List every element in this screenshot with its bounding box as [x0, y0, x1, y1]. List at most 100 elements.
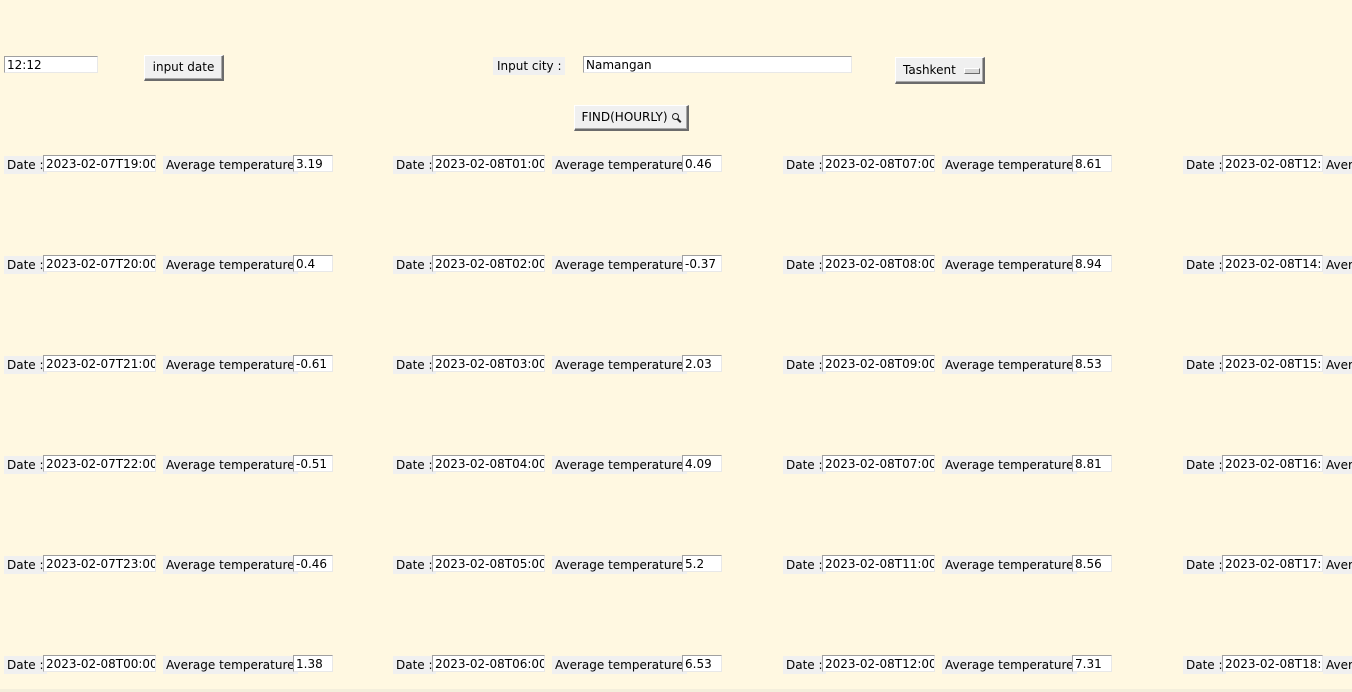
average-temperature-label: Average temperature [552, 556, 687, 574]
date-label: Date : [1183, 356, 1226, 374]
temperature-field[interactable]: 3.19 [293, 155, 333, 172]
average-temperature-label: Average temperature [552, 156, 687, 174]
date-label: Date : [783, 456, 826, 474]
date-field[interactable]: 2023-02-08T12:00:00Z [1222, 155, 1323, 172]
average-temperature-label: Average temperature [163, 256, 298, 274]
date-label: Date : [4, 556, 47, 574]
date-field[interactable]: 2023-02-08T15:00:00Z [1222, 355, 1323, 372]
date-label: Date : [1183, 156, 1226, 174]
date-field[interactable]: 2023-02-08T04:00:00Z [432, 455, 545, 472]
average-temperature-label: Aver [1323, 156, 1352, 174]
average-temperature-label: Aver [1323, 456, 1352, 474]
temperature-field[interactable]: 8.56 [1072, 555, 1112, 572]
temperature-field[interactable]: 6.53 [682, 655, 722, 672]
date-label: Date : [4, 256, 47, 274]
average-temperature-label: Average temperature [942, 356, 1077, 374]
date-field[interactable]: 2023-02-08T03:00:00Z [432, 355, 545, 372]
temperature-field[interactable]: 8.53 [1072, 355, 1112, 372]
temperature-field[interactable]: 4.09 [682, 455, 722, 472]
city-option-label: Tashkent [903, 63, 956, 77]
magnifier-icon [671, 113, 681, 122]
date-label: Date : [393, 356, 436, 374]
temperature-field[interactable]: -0.46 [293, 555, 333, 572]
input-date-button[interactable]: input date [144, 55, 224, 81]
average-temperature-label: Average temperature [163, 356, 298, 374]
temperature-field[interactable]: 8.81 [1072, 455, 1112, 472]
date-field[interactable]: 2023-02-08T05:00:00Z [432, 555, 545, 572]
time-input[interactable]: 12:12 [4, 56, 98, 73]
date-label: Date : [393, 456, 436, 474]
date-field[interactable]: 2023-02-07T23:00:00Z [43, 555, 156, 572]
date-field[interactable]: 2023-02-08T07:00:00Z [822, 455, 935, 472]
average-temperature-label: Average temperature [552, 456, 687, 474]
date-label: Date : [393, 256, 436, 274]
date-field[interactable]: 2023-02-08T02:00:00Z [432, 255, 545, 272]
date-label: Date : [4, 356, 47, 374]
date-field[interactable]: 2023-02-08T08:00:00Z [822, 255, 935, 272]
date-label: Date : [783, 356, 826, 374]
date-label: Date : [393, 656, 436, 674]
temperature-field[interactable]: 5.2 [682, 555, 722, 572]
average-temperature-label: Aver [1323, 256, 1352, 274]
city-option-menu[interactable]: Tashkent [895, 57, 985, 84]
date-label: Date : [783, 656, 826, 674]
temperature-field[interactable]: 8.94 [1072, 255, 1112, 272]
average-temperature-label: Average temperature [942, 256, 1077, 274]
average-temperature-label: Average temperature [942, 656, 1077, 674]
date-field[interactable]: 2023-02-07T22:00:00Z [43, 455, 156, 472]
temperature-field[interactable]: 7.31 [1072, 655, 1112, 672]
date-label: Date : [4, 156, 47, 174]
date-label: Date : [1183, 256, 1226, 274]
date-field[interactable]: 2023-02-08T09:00:00Z [822, 355, 935, 372]
date-label: Date : [4, 456, 47, 474]
date-field[interactable]: 2023-02-07T20:00:00Z [43, 255, 156, 272]
average-temperature-label: Average temperature [163, 156, 298, 174]
date-field[interactable]: 2023-02-08T16:00:00Z [1222, 455, 1323, 472]
average-temperature-label: Average temperature [942, 556, 1077, 574]
date-field[interactable]: 2023-02-08T12:00:00Z [822, 655, 935, 672]
date-label: Date : [783, 256, 826, 274]
temperature-field[interactable]: -0.37 [682, 255, 722, 272]
input-city-label: Input city : [493, 57, 566, 75]
average-temperature-label: Average temperature [163, 556, 298, 574]
date-field[interactable]: 2023-02-08T14:00:00Z [1222, 255, 1323, 272]
date-field[interactable]: 2023-02-07T19:00:00Z [43, 155, 156, 172]
temperature-field[interactable]: -0.61 [293, 355, 333, 372]
date-label: Date : [4, 656, 47, 674]
average-temperature-label: Average temperature [163, 456, 298, 474]
average-temperature-label: Average temperature [552, 656, 687, 674]
temperature-field[interactable]: 0.4 [293, 255, 333, 272]
date-field[interactable]: 2023-02-08T07:00:00Z [822, 155, 935, 172]
average-temperature-label: Aver [1323, 356, 1352, 374]
average-temperature-label: Average temperature [942, 456, 1077, 474]
temperature-field[interactable]: 1.38 [293, 655, 333, 672]
average-temperature-label: Average temperature [942, 156, 1077, 174]
date-field[interactable]: 2023-02-08T06:00:00Z [432, 655, 545, 672]
average-temperature-label: Average temperature [552, 356, 687, 374]
date-label: Date : [1183, 556, 1226, 574]
average-temperature-label: Average temperature [552, 256, 687, 274]
temperature-field[interactable]: 8.61 [1072, 155, 1112, 172]
date-label: Date : [393, 556, 436, 574]
option-indicator-icon [963, 67, 980, 74]
date-field[interactable]: 2023-02-07T21:00:00Z [43, 355, 156, 372]
date-label: Date : [393, 156, 436, 174]
find-hourly-button[interactable]: FIND(HOURLY) [574, 105, 689, 131]
temperature-field[interactable]: 2.03 [682, 355, 722, 372]
find-hourly-label: FIND(HOURLY) [581, 110, 668, 124]
average-temperature-label: Aver [1323, 656, 1352, 674]
date-field[interactable]: 2023-02-08T11:00:00Z [822, 555, 935, 572]
temperature-field[interactable]: -0.51 [293, 455, 333, 472]
average-temperature-label: Aver [1323, 556, 1352, 574]
date-field[interactable]: 2023-02-08T01:00:00Z [432, 155, 545, 172]
city-input[interactable]: Namangan [583, 56, 852, 73]
date-field[interactable]: 2023-02-08T00:00:00Z [43, 655, 156, 672]
date-label: Date : [783, 156, 826, 174]
temperature-field[interactable]: 0.46 [682, 155, 722, 172]
date-label: Date : [783, 556, 826, 574]
date-field[interactable]: 2023-02-08T17:00:00Z [1222, 555, 1323, 572]
date-field[interactable]: 2023-02-08T18:00:00Z [1222, 655, 1323, 672]
date-label: Date : [1183, 656, 1226, 674]
average-temperature-label: Average temperature [163, 656, 298, 674]
date-label: Date : [1183, 456, 1226, 474]
